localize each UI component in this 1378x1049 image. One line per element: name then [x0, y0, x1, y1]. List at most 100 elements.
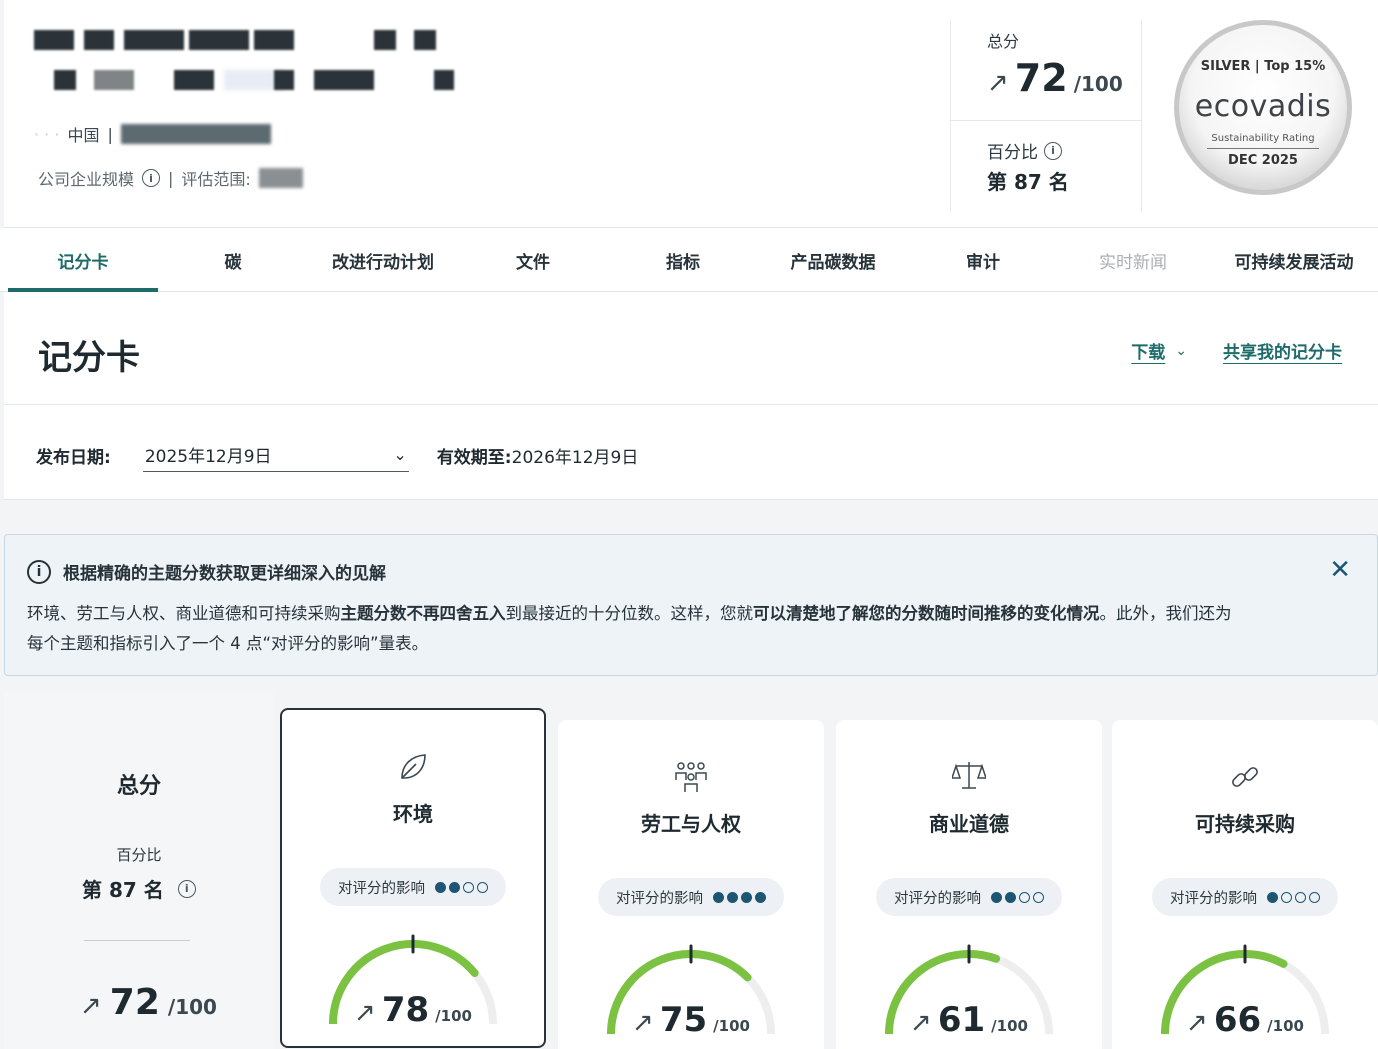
impact-badge: 对评分的影响	[320, 868, 506, 906]
overall-rank: 第 87 名 i	[82, 874, 196, 903]
tab-audit[interactable]: 审计	[908, 228, 1058, 292]
download-link[interactable]: 下载	[1131, 338, 1165, 363]
impact-label: 对评分的影响	[616, 890, 703, 907]
impact-dots	[435, 881, 488, 893]
tab-scorecard[interactable]: 记分卡	[8, 228, 158, 292]
theme-name: 可持续采购	[1195, 812, 1295, 836]
scorecard-header: 记分卡 下载 ⌄ 共享我的记分卡 发布日期: 2025年12月9日 ⌄ 有效期至…	[4, 292, 1378, 500]
medal-date: DEC 2025	[1228, 153, 1298, 168]
impact-dot	[1281, 891, 1292, 903]
impact-dot	[1005, 891, 1016, 903]
theme-card-ethics[interactable]: 商业道德 对评分的影响 ↗ 61 /100	[836, 720, 1102, 1049]
overall-percentile-label: 百分比	[116, 846, 162, 864]
scope-label: 评估范围:	[181, 170, 251, 189]
overall-score-number: 72	[109, 982, 160, 1023]
main-tabs: 记分卡 碳 改进行动计划 文件 指标 产品碳数据 审计 实时新闻 可持续发展活动	[0, 228, 1378, 292]
theme-score: ↗ 66 /100	[1112, 1000, 1378, 1040]
share-scorecard-link[interactable]: 共享我的记分卡	[1223, 338, 1342, 363]
overall-score: ↗ 72 /100	[80, 982, 217, 1023]
impact-dot	[477, 881, 488, 893]
trend-up-icon: ↗	[987, 68, 1009, 98]
theme-score: ↗ 75 /100	[558, 1000, 824, 1040]
ecovadis-logo: ecovadis	[1194, 89, 1332, 124]
total-score-denominator: /100	[1073, 72, 1123, 96]
banner-text-part: 环境、劳工与人权、商业道德和可持续采购	[27, 604, 341, 623]
company-location: · · · 中国 |	[34, 122, 271, 146]
impact-dot	[463, 881, 474, 893]
theme-card-sustainable-procurement[interactable]: 可持续采购 对评分的影响 ↗ 66 /100	[1112, 720, 1378, 1049]
theme-name: 商业道德	[929, 812, 1009, 836]
info-icon[interactable]: i	[1044, 141, 1062, 160]
theme-score-denominator: /100	[1267, 1017, 1304, 1035]
tab-documents[interactable]: 文件	[458, 228, 608, 292]
impact-label: 对评分的影响	[894, 890, 981, 907]
page-title: 记分卡	[38, 338, 140, 378]
impact-dot	[1295, 891, 1306, 903]
valid-until: 有效期至:2026年12月9日	[437, 443, 639, 468]
info-icon[interactable]: i	[142, 169, 161, 187]
trend-up-icon: ↗	[632, 1008, 654, 1038]
tab-live-news: 实时新闻	[1099, 252, 1167, 273]
impact-badge: 对评分的影响	[598, 878, 784, 916]
impact-dot	[1019, 891, 1030, 903]
percentile-label-text: 百分比	[987, 143, 1038, 163]
company-size-label: 公司企业规模	[38, 170, 135, 189]
impact-dot	[449, 881, 460, 893]
impact-dots	[713, 891, 766, 903]
tab-product-carbon[interactable]: 产品碳数据	[758, 228, 908, 292]
scales-icon	[836, 760, 1102, 790]
overall-rank-text: 第 87 名	[82, 878, 164, 902]
banner-title-text: 根据精确的主题分数获取更详细深入的见解	[63, 564, 386, 584]
theme-card-environment[interactable]: 环境 对评分的影响 ↗ 78 /100	[280, 708, 546, 1048]
theme-score-number: 66	[1213, 1000, 1262, 1040]
impact-dots	[991, 891, 1044, 903]
tab-indicators[interactable]: 指标	[608, 228, 758, 292]
medal-subtitle: Sustainability Rating	[1211, 133, 1315, 144]
date-row: 发布日期: 2025年12月9日 ⌄ 有效期至:2026年12月9日	[36, 438, 638, 472]
impact-dot	[435, 881, 446, 893]
tab-sustainability-events[interactable]: 可持续发展活动	[1214, 228, 1374, 292]
scorecard-actions: 下载 ⌄ 共享我的记分卡	[1131, 338, 1342, 364]
tab-action-plan[interactable]: 改进行动计划	[308, 228, 458, 292]
impact-dot	[1267, 891, 1278, 903]
people-icon	[558, 760, 824, 794]
download-dropdown[interactable]: 下载 ⌄	[1131, 338, 1187, 364]
theme-scores-section: 总分 百分比 第 87 名 i ↗ 72 /100 环境 对评分的影响 ↗ 78	[0, 690, 1378, 1049]
publish-date-select[interactable]: 2025年12月9日 ⌄	[142, 438, 409, 472]
banner-text-part: 到最接近的十分位数。这样，您就	[505, 604, 754, 623]
impact-badge: 对评分的影响	[876, 878, 1062, 916]
impact-dots	[1267, 891, 1320, 903]
overall-title: 总分	[116, 774, 161, 799]
theme-score-denominator: /100	[435, 1007, 472, 1025]
impact-label: 对评分的影响	[1170, 890, 1257, 907]
trend-up-icon: ↗	[910, 1008, 932, 1038]
impact-badge: 对评分的影响	[1152, 878, 1338, 916]
theme-card-labor-human-rights[interactable]: 劳工与人权 对评分的影响 ↗ 75 /100	[558, 720, 824, 1049]
chevron-down-icon[interactable]: ⌄	[393, 445, 406, 464]
total-score-label: 总分	[987, 32, 1020, 51]
publish-date-label: 发布日期:	[36, 447, 111, 468]
trend-up-icon: ↗	[1186, 1008, 1208, 1038]
company-header: · · · 中国 | 公司企业规模 i | 评估范围: 总分 ↗ 72 /100…	[4, 0, 1378, 228]
info-icon[interactable]: i	[177, 879, 196, 898]
percentile-rank: 第 87 名	[987, 170, 1069, 194]
total-score-value: ↗ 72 /100	[987, 56, 1123, 100]
theme-score-number: 61	[937, 1000, 986, 1040]
leaf-icon	[282, 750, 544, 784]
tab-carbon[interactable]: 碳	[158, 228, 308, 292]
banner-title: i 根据精确的主题分数获取更详细深入的见解	[27, 559, 386, 584]
banner-text: 环境、劳工与人权、商业道德和可持续采购主题分数不再四舍五入到最接近的十分位数。这…	[27, 599, 1237, 659]
info-icon: i	[27, 559, 51, 584]
total-score-panel: 总分 ↗ 72 /100 百分比 i 第 87 名	[950, 20, 1142, 212]
theme-score-denominator: /100	[991, 1017, 1028, 1035]
impact-dot	[741, 891, 752, 903]
chevron-down-icon[interactable]: ⌄	[1175, 343, 1187, 359]
country-text: 中国	[67, 126, 100, 145]
impact-dot	[713, 891, 724, 903]
company-name-redacted	[34, 28, 454, 98]
link-icon	[1112, 760, 1378, 794]
valid-until-label: 有效期至:	[436, 447, 512, 468]
close-icon[interactable]: ✕	[1329, 555, 1351, 585]
overall-score-card: 总分 百分比 第 87 名 i ↗ 72 /100	[4, 690, 274, 1049]
valid-until-value: 2026年12月9日	[511, 447, 639, 468]
